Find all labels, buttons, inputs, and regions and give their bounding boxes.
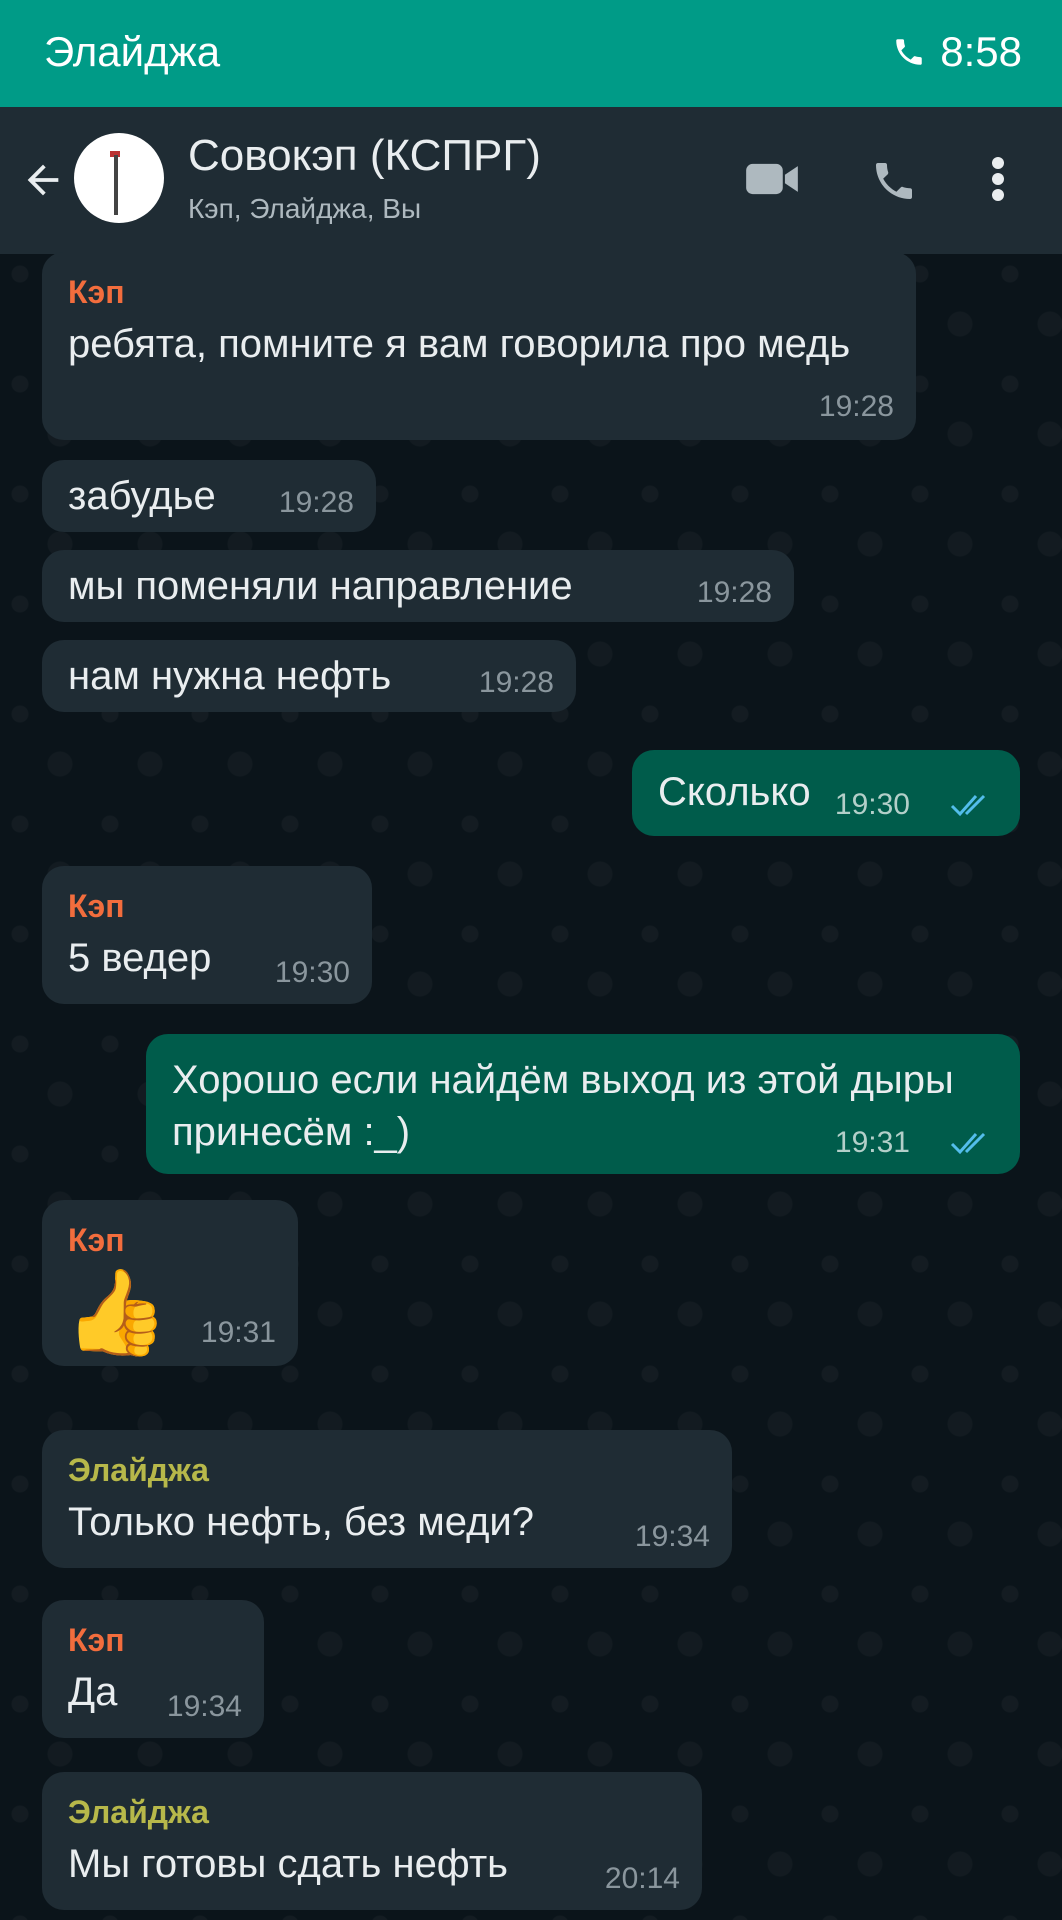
read-ticks-icon — [950, 1132, 986, 1155]
message-bubble[interactable]: Элайджа Мы готовы сдать нефть 20:14 — [42, 1772, 702, 1910]
message-time: 20:14 — [604, 1862, 680, 1895]
message-text: Только нефть, без меди? — [68, 1500, 534, 1544]
message-text: ребята, помните я вам говорила про медь — [68, 322, 851, 366]
message-text: 5 ведер — [68, 936, 212, 980]
avatar-stick — [114, 155, 118, 215]
message-bubble[interactable]: Кэп 5 ведер 19:30 — [42, 866, 372, 1004]
message-time: 19:28 — [818, 390, 894, 423]
group-avatar[interactable] — [74, 133, 164, 223]
message-time: 19:28 — [478, 666, 554, 699]
chat-header: Совокэп (КСПРГ) Кэп, Элайджа, Вы — [0, 107, 1062, 254]
message-bubble[interactable]: Кэп ребята, помните я вам говорила про м… — [42, 252, 916, 440]
chat-area[interactable]: Кэп ребята, помните я вам говорила про м… — [0, 252, 1062, 1920]
message-sender: Элайджа — [68, 1794, 209, 1830]
message-time: 19:30 — [834, 788, 910, 821]
message-time: 19:28 — [696, 576, 772, 609]
chat-members[interactable]: Кэп, Элайджа, Вы — [188, 193, 421, 225]
back-arrow-icon[interactable] — [20, 157, 66, 203]
thumbs-up-icon: 👍 — [64, 1265, 169, 1359]
message-bubble[interactable]: нам нужна нефть 19:28 — [42, 640, 576, 712]
message-bubble-outgoing[interactable]: Хорошо если найдём выход из этой дыры пр… — [146, 1034, 1020, 1174]
phone-icon — [896, 39, 922, 65]
message-text: нам нужна нефть — [68, 654, 392, 698]
message-time: 19:30 — [274, 956, 350, 989]
message-bubble[interactable]: Элайджа Только нефть, без меди? 19:34 — [42, 1430, 732, 1568]
ongoing-call-bar[interactable]: Элайджа 8:58 — [0, 0, 1062, 107]
read-ticks-icon — [950, 794, 986, 817]
message-text: мы поменяли направление — [68, 564, 573, 608]
message-bubble[interactable]: мы поменяли направление 19:28 — [42, 550, 794, 622]
chat-title[interactable]: Совокэп (КСПРГ) — [188, 131, 541, 181]
message-bubble[interactable]: забудье 19:28 — [42, 460, 376, 532]
voice-call-icon[interactable] — [870, 157, 918, 205]
message-bubble-outgoing[interactable]: Сколько 19:30 — [632, 750, 1020, 836]
message-sender: Элайджа — [68, 1452, 209, 1488]
message-time: 19:31 — [200, 1316, 276, 1349]
message-text: Сколько — [658, 770, 811, 814]
message-time: 19:31 — [834, 1126, 910, 1159]
message-text: Да — [68, 1670, 118, 1714]
message-sender: Кэп — [68, 1222, 125, 1258]
message-text: Мы готовы сдать нефть — [68, 1842, 508, 1886]
message-time: 19:28 — [278, 486, 354, 519]
message-sender: Кэп — [68, 274, 125, 310]
message-time: 19:34 — [634, 1520, 710, 1553]
message-bubble[interactable]: Кэп Да 19:34 — [42, 1600, 264, 1738]
message-sender: Кэп — [68, 888, 125, 924]
message-text: забудье — [68, 474, 216, 518]
message-sender: Кэп — [68, 1622, 125, 1658]
message-time: 19:34 — [166, 1690, 242, 1723]
call-timer: 8:58 — [940, 28, 1022, 75]
message-bubble[interactable]: Кэп 👍 19:31 — [42, 1200, 298, 1366]
call-contact-name: Элайджа — [44, 28, 221, 75]
more-icon[interactable] — [990, 155, 1006, 203]
call-info: 8:58 — [892, 28, 1022, 76]
video-call-icon[interactable] — [744, 157, 800, 201]
